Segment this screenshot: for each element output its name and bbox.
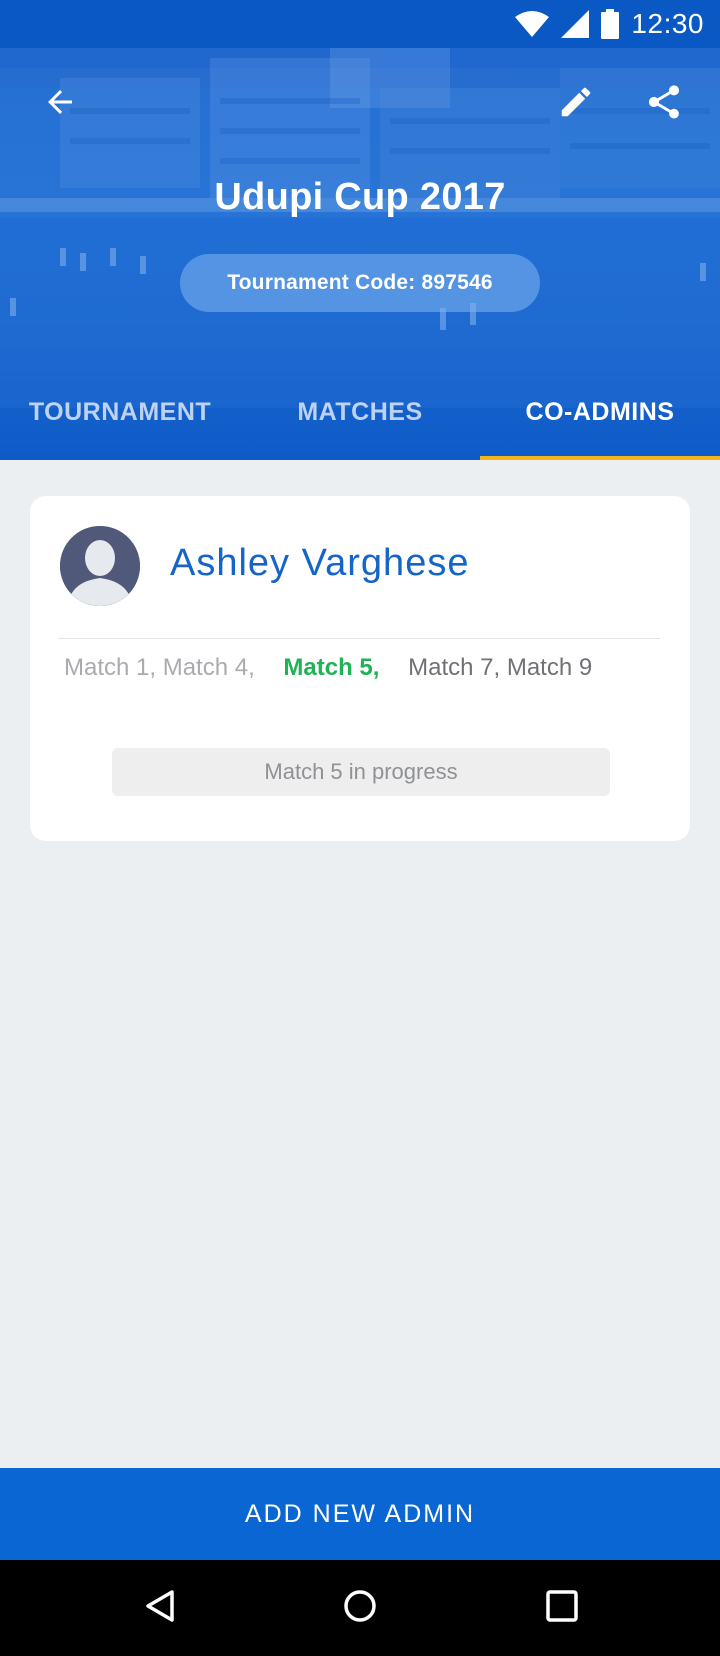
back-triangle-icon: [142, 1588, 178, 1629]
upcoming-matches: Match 7, Match 9: [408, 654, 593, 681]
tournament-header: Udupi Cup 2017 Tournament Code: 897546 T…: [0, 48, 720, 460]
admin-name: Ashley Varghese: [170, 542, 470, 584]
system-nav-bar: [0, 1560, 720, 1656]
avatar: [60, 526, 140, 606]
back-button[interactable]: [34, 78, 86, 130]
nav-home-button[interactable]: [332, 1580, 388, 1636]
add-new-admin-button[interactable]: ADD NEW ADMIN: [0, 1468, 720, 1560]
share-button[interactable]: [638, 78, 690, 130]
pencil-icon: [557, 83, 595, 126]
tab-tournament[interactable]: TOURNAMENT: [0, 364, 240, 460]
recents-square-icon: [544, 1588, 580, 1629]
tab-matches[interactable]: MATCHES: [240, 364, 480, 460]
wifi-icon: [515, 10, 550, 38]
tab-bar: TOURNAMENT MATCHES CO-ADMINS: [0, 364, 720, 460]
divider: [58, 638, 660, 639]
edit-button[interactable]: [550, 78, 602, 130]
nav-recents-button[interactable]: [534, 1580, 590, 1636]
status-time: 12:30: [631, 8, 704, 39]
tournament-code-badge: Tournament Code: 897546: [180, 254, 540, 312]
user-silhouette-icon: [60, 526, 140, 606]
share-icon: [644, 82, 684, 127]
battery-icon: [601, 9, 620, 39]
admin-card[interactable]: Ashley Varghese Match 1, Match 4, Match …: [30, 496, 690, 841]
arrow-back-icon: [42, 84, 78, 125]
assigned-matches: Match 1, Match 4, Match 5, Match 7, Matc…: [64, 654, 592, 682]
status-bar: 12:30: [0, 0, 720, 48]
tournament-title: Udupi Cup 2017: [214, 176, 506, 218]
nav-back-button[interactable]: [132, 1580, 188, 1636]
home-circle-icon: [342, 1588, 378, 1629]
signal-icon: [561, 10, 590, 38]
match-status-badge: Match 5 in progress: [112, 748, 610, 796]
current-match: Match 5,: [283, 654, 380, 681]
completed-matches: Match 1, Match 4,: [64, 654, 255, 681]
tab-co-admins[interactable]: CO-ADMINS: [480, 364, 720, 460]
